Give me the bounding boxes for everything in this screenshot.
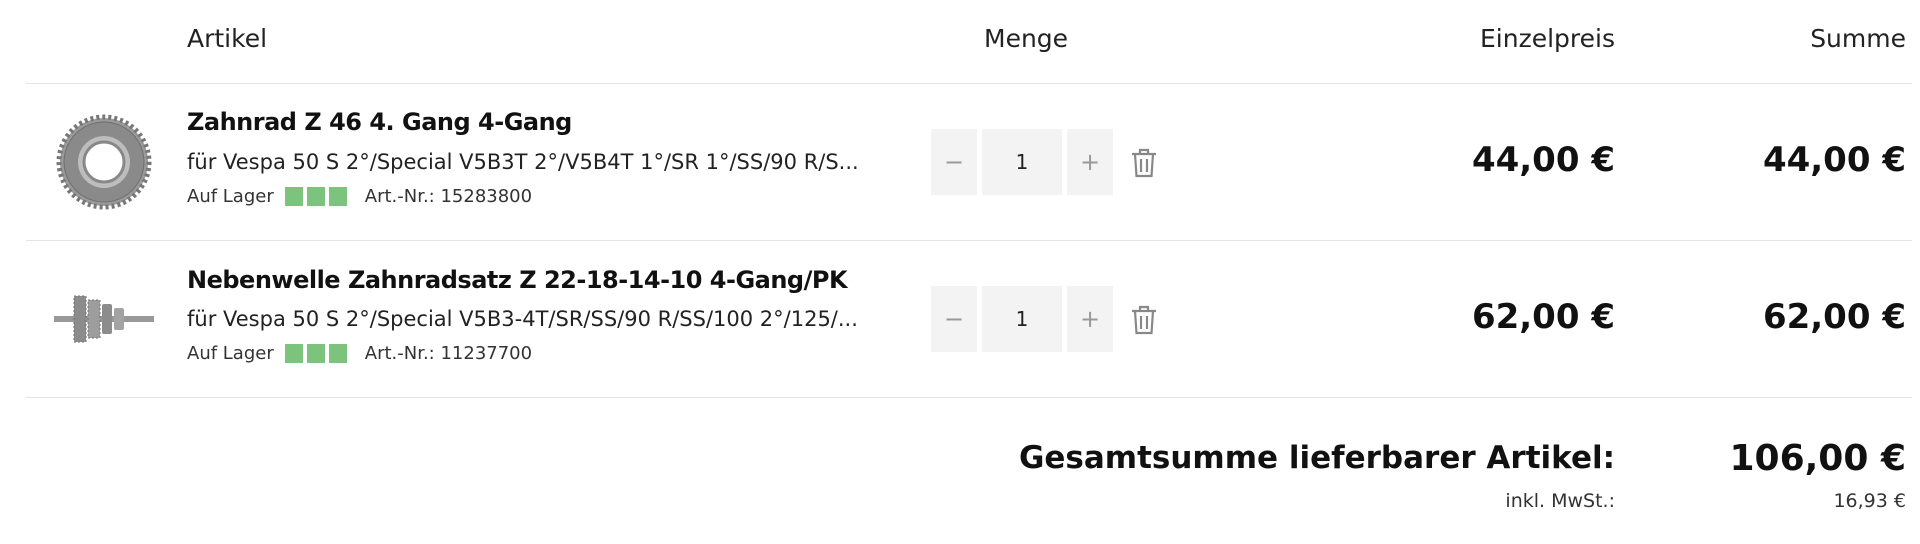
vat-value: 16,93 €: [1833, 490, 1906, 512]
column-header-menge: Menge: [984, 24, 1069, 53]
stock-label: Auf Lager: [187, 343, 274, 364]
gear-image[interactable]: [48, 106, 160, 218]
shaft-image[interactable]: [48, 263, 160, 375]
column-header-artikel: Artikel: [187, 24, 268, 53]
line-total: 62,00 €: [1762, 297, 1906, 337]
row-divider: [26, 240, 1912, 241]
total-label: Gesamtsumme lieferbarer Artikel:: [1018, 440, 1615, 476]
header-divider: [26, 83, 1912, 84]
row-divider: [26, 397, 1912, 398]
stock-indicator: [284, 187, 347, 206]
line-total: 44,00 €: [1762, 140, 1906, 180]
article-number: Art.-Nr.: 11237700: [364, 343, 533, 364]
stock-info: Auf Lager Art.-Nr.: 11237700: [187, 343, 532, 364]
article-number: Art.-Nr.: 15283800: [364, 186, 533, 207]
stock-label: Auf Lager: [187, 186, 274, 207]
quantity-input[interactable]: 1: [982, 129, 1062, 195]
stock-info: Auf Lager Art.-Nr.: 15283800: [187, 186, 532, 207]
item-subtitle: für Vespa 50 S 2°/Special V5B3-4T/SR/SS/…: [187, 307, 858, 331]
unit-price: 44,00 €: [1471, 140, 1615, 180]
quantity-input[interactable]: 1: [982, 286, 1062, 352]
decrease-quantity-button[interactable]: −: [931, 286, 977, 352]
item-title[interactable]: Nebenwelle Zahnradsatz Z 22-18-14-10 4-G…: [187, 266, 848, 294]
increase-quantity-button[interactable]: +: [1067, 129, 1113, 195]
increase-quantity-button[interactable]: +: [1067, 286, 1113, 352]
vat-label: inkl. MwSt.:: [1505, 490, 1615, 512]
column-header-einzelpreis: Einzelpreis: [1480, 24, 1615, 53]
total-value: 106,00 €: [1729, 438, 1906, 479]
decrease-quantity-button[interactable]: −: [931, 129, 977, 195]
trash-icon[interactable]: [1129, 304, 1159, 336]
trash-icon[interactable]: [1129, 147, 1159, 179]
item-title[interactable]: Zahnrad Z 46 4. Gang 4-Gang: [187, 108, 572, 136]
column-header-summe: Summe: [1810, 24, 1906, 53]
item-subtitle: für Vespa 50 S 2°/Special V5B3T 2°/V5B4T…: [187, 150, 859, 174]
stock-indicator: [284, 344, 347, 363]
unit-price: 62,00 €: [1471, 297, 1615, 337]
